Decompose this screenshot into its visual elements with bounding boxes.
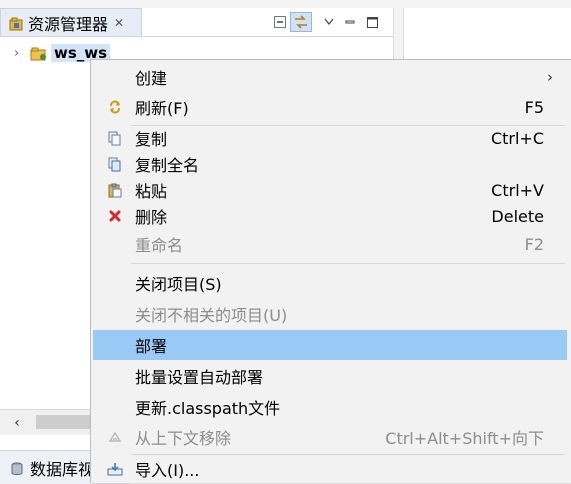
- collapse-all-button[interactable]: [272, 12, 288, 32]
- paste-icon: [107, 182, 123, 198]
- close-icon[interactable]: ✕: [114, 16, 124, 30]
- delete-icon: [107, 208, 123, 224]
- menu-item-label: 从上下文移除: [135, 429, 232, 448]
- menu-item-rename[interactable]: 重命名 F2: [93, 229, 567, 259]
- menu-item-label: 部署: [135, 337, 168, 356]
- copy-qualified-name-icon: [107, 156, 123, 172]
- menu-item-remove-from-context[interactable]: 从上下文移除 Ctrl+Alt+Shift+向下: [93, 422, 567, 452]
- link-with-editor-icon: [295, 15, 307, 29]
- menu-item-delete[interactable]: 删除 Delete: [93, 201, 567, 231]
- link-with-editor-button[interactable]: [290, 12, 312, 32]
- copy-icon: [107, 130, 123, 146]
- menu-item-label: 关闭不相关的项目(U): [135, 306, 288, 325]
- menu-item-shortcut: F5: [524, 97, 544, 117]
- minimize-button[interactable]: [343, 12, 357, 32]
- menu-item-shortcut: Delete: [491, 206, 544, 226]
- minimize-icon: [345, 20, 355, 24]
- menu-item-label: 粘贴: [135, 182, 168, 201]
- menu-item-deploy[interactable]: 部署: [93, 330, 567, 360]
- menu-item-label: 复制: [135, 130, 168, 149]
- import-icon: [107, 461, 123, 477]
- menu-item-label: 复制全名: [135, 156, 200, 175]
- menu-item-shortcut: F2: [524, 234, 544, 254]
- menu-item-label: 删除: [135, 208, 168, 227]
- database-icon: [10, 461, 24, 475]
- menu-separator: [131, 263, 565, 264]
- explorer-icon: [9, 16, 23, 30]
- menu-item-label: 重命名: [135, 236, 184, 255]
- refresh-icon: [107, 99, 123, 115]
- maximize-button[interactable]: [364, 12, 380, 32]
- menu-item-create[interactable]: 创建 ›: [93, 62, 567, 92]
- chevron-right-icon[interactable]: ›: [14, 46, 30, 61]
- submenu-arrow-icon: ›: [547, 68, 553, 86]
- explorer-tabbar: 资源管理器 ✕: [0, 8, 393, 36]
- menu-item-close-unrelated-projects[interactable]: 关闭不相关的项目(U): [93, 299, 567, 329]
- explorer-tab-title: 资源管理器: [28, 14, 109, 34]
- database-view-tab-title: 数据库视: [30, 459, 95, 479]
- maximize-icon: [366, 16, 378, 28]
- scrollbar-thumb[interactable]: [36, 415, 96, 429]
- scroll-left-icon[interactable]: ‹: [6, 413, 28, 432]
- menu-item-update-classpath[interactable]: 更新.classpath文件: [93, 392, 567, 422]
- view-menu-button[interactable]: [322, 12, 336, 32]
- menu-item-label: 关闭项目(S): [135, 275, 222, 294]
- remove-from-context-icon: [107, 429, 123, 445]
- menu-item-label: 更新.classpath文件: [135, 399, 281, 418]
- menu-item-label: 导入(I)...: [135, 461, 200, 480]
- menu-item-shortcut: Ctrl+C: [490, 128, 544, 148]
- menu-item-label: 创建: [135, 69, 168, 88]
- menu-item-label: 批量设置自动部署: [135, 368, 264, 387]
- context-menu: 创建 › 刷新(F) F5 复制 Ctrl+C 复制全名 粘贴 Ctrl+V 删…: [90, 59, 571, 483]
- menu-item-label: 刷新(F): [135, 99, 189, 118]
- menu-item-close-project[interactable]: 关闭项目(S): [93, 268, 567, 298]
- menu-item-import[interactable]: 导入(I)...: [93, 454, 567, 484]
- chevron-down-icon: [324, 18, 334, 25]
- menu-item-shortcut: Ctrl+V: [491, 180, 544, 200]
- working-set-icon: [30, 46, 48, 61]
- menu-item-refresh[interactable]: 刷新(F) F5: [93, 92, 567, 122]
- menu-item-batch-auto-deploy[interactable]: 批量设置自动部署: [93, 361, 567, 391]
- collapse-all-icon: [274, 16, 286, 28]
- explorer-tab[interactable]: 资源管理器 ✕: [0, 8, 142, 36]
- menu-item-shortcut: Ctrl+Alt+Shift+向下: [385, 429, 544, 448]
